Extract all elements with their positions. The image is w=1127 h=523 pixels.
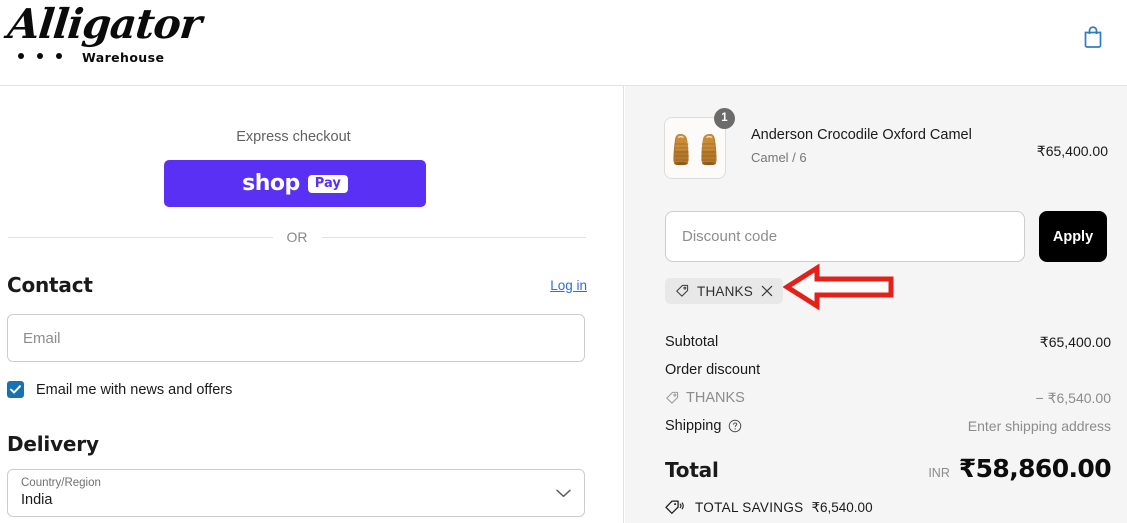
- help-circle-icon[interactable]: [728, 419, 742, 433]
- shop-pay-pill: Pay: [307, 174, 348, 193]
- total-label: Total: [665, 458, 719, 482]
- country-select-label: Country/Region: [21, 477, 101, 490]
- shipping-label: Shipping: [665, 418, 722, 434]
- product-variant: Camel / 6: [751, 149, 807, 165]
- savings-tag-icon: [665, 500, 684, 514]
- discount-tag-icon: [676, 284, 689, 297]
- product-thumbnail-wrap: 1: [664, 108, 735, 179]
- discount-code-input[interactable]: [680, 227, 1010, 246]
- checkout-form-panel: Express checkout shop Pay OR Contact Log…: [0, 86, 624, 523]
- total-savings-label: TOTAL SAVINGS: [695, 500, 804, 515]
- close-icon: [761, 285, 773, 297]
- or-divider: OR: [8, 229, 586, 245]
- discount-code-amount: − ₹6,540.00: [1035, 389, 1111, 406]
- total-amount-group: INR ₹58,860.00: [928, 454, 1111, 483]
- logo-subtext: Warehouse: [82, 50, 165, 65]
- subtotal-value: ₹65,400.00: [1039, 333, 1111, 350]
- shipping-value: Enter shipping address: [967, 418, 1111, 434]
- discount-entry-row: Apply: [665, 211, 1107, 262]
- shop-pay-button[interactable]: shop Pay: [164, 160, 426, 207]
- order-discount-label: Order discount: [665, 362, 761, 378]
- marketing-consent-checkbox[interactable]: [7, 381, 24, 398]
- apply-discount-button[interactable]: Apply: [1039, 211, 1107, 262]
- divider-line-right: [321, 236, 586, 238]
- email-field[interactable]: [7, 314, 585, 362]
- contact-header: Contact Log in: [7, 273, 587, 297]
- shop-pay-wordmark: shop: [242, 171, 300, 196]
- quantity-badge: 1: [714, 108, 735, 129]
- email-input[interactable]: [21, 328, 571, 348]
- discount-code-row: THANKS − ₹6,540.00: [665, 384, 1111, 412]
- discount-code-label-group: THANKS: [665, 390, 745, 406]
- total-savings-value: ₹6,540.00: [811, 499, 873, 515]
- product-price: ₹65,400.00: [1036, 143, 1108, 159]
- shipping-label-group: Shipping: [665, 418, 742, 434]
- marketing-consent-label: Email me with news and offers: [36, 381, 233, 398]
- site-header: Alligator Warehouse: [0, 0, 1127, 86]
- order-line-item: 1 Anderson Crocodile Oxford Camel Camel …: [664, 108, 1108, 179]
- brand-logo[interactable]: Alligator Warehouse: [6, 0, 204, 74]
- or-label: OR: [286, 229, 308, 245]
- total-value: ₹58,860.00: [958, 454, 1112, 483]
- grand-total-row: Total INR ₹58,860.00: [665, 454, 1112, 483]
- product-details: Anderson Crocodile Oxford Camel Camel / …: [751, 117, 1037, 165]
- login-link[interactable]: Log in: [550, 278, 587, 293]
- camel-crocodile-oxford-shoes-image: [665, 118, 725, 178]
- discount-code-field[interactable]: [665, 211, 1025, 262]
- chevron-down-icon: [556, 489, 571, 497]
- product-title: Anderson Crocodile Oxford Camel: [751, 127, 972, 143]
- country-select-value: India: [21, 491, 53, 508]
- remove-discount-button[interactable]: [761, 285, 773, 297]
- cart-button[interactable]: [1077, 20, 1109, 52]
- country-select-text: Country/Region India: [21, 476, 556, 509]
- checkout-page: Alligator Warehouse Express checkout sho…: [0, 0, 1127, 523]
- logo-dots: [18, 53, 62, 59]
- discount-tag-icon: [666, 391, 679, 404]
- order-totals: Subtotal ₹65,400.00 Order discount THANK…: [665, 328, 1112, 516]
- subtotal-row: Subtotal ₹65,400.00: [665, 328, 1111, 356]
- total-savings-row: TOTAL SAVINGS ₹6,540.00: [665, 499, 1111, 516]
- logo-wordmark: Alligator: [5, 0, 204, 48]
- shopping-bag-icon: [1084, 25, 1102, 48]
- order-discount-row: Order discount: [665, 356, 1111, 384]
- subtotal-label: Subtotal: [665, 334, 719, 350]
- applied-discount-label: THANKS: [697, 283, 753, 299]
- checkmark-icon: [10, 385, 21, 394]
- total-currency: INR: [928, 466, 950, 480]
- contact-title: Contact: [7, 273, 93, 297]
- applied-discount-chip[interactable]: THANKS: [665, 278, 783, 304]
- country-region-select[interactable]: Country/Region India: [7, 469, 585, 517]
- express-checkout-label: Express checkout: [236, 129, 351, 145]
- discount-code-name: THANKS: [686, 390, 745, 406]
- divider-line-left: [8, 236, 273, 238]
- shipping-row: Shipping Enter shipping address: [665, 412, 1111, 440]
- delivery-title: Delivery: [7, 432, 99, 456]
- marketing-consent-row[interactable]: Email me with news and offers: [7, 381, 232, 398]
